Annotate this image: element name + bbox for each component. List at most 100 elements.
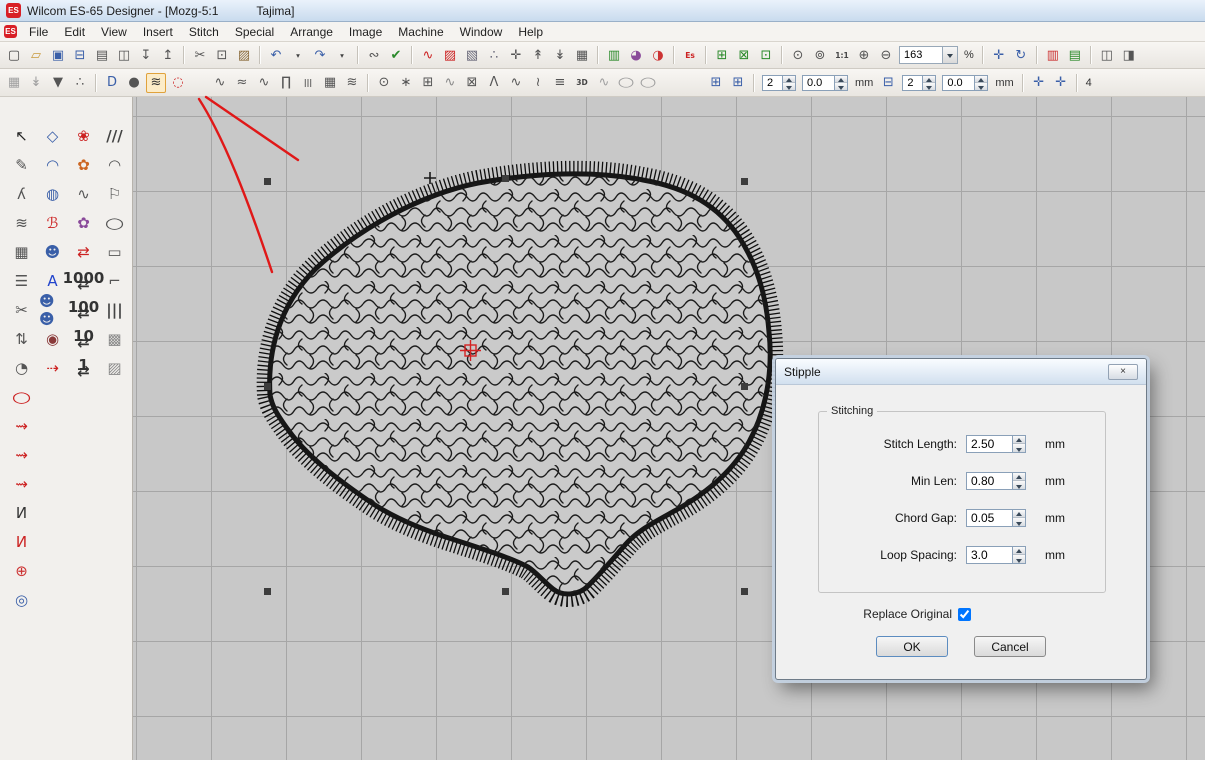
contour-fill-icon[interactable]: ∿ xyxy=(440,73,460,93)
spinner-up-icon[interactable] xyxy=(1013,547,1025,555)
effect-3d-icon[interactable]: 3D xyxy=(572,73,592,93)
florentine-effect-icon[interactable]: ≀ xyxy=(528,73,548,93)
fan-stitch-icon[interactable]: ◔ xyxy=(7,355,36,381)
triangle-dots-icon[interactable]: ∴ xyxy=(70,73,90,93)
window-new-icon[interactable]: ◫ xyxy=(1097,45,1117,65)
dialog-close-button[interactable]: × xyxy=(1108,364,1138,380)
selection-handle[interactable] xyxy=(264,588,271,595)
spinner-dn-icon[interactable] xyxy=(975,82,987,90)
spinner-dn-icon[interactable] xyxy=(923,82,935,90)
export-machine-icon[interactable]: ↥ xyxy=(158,45,178,65)
selection-handle[interactable] xyxy=(502,588,509,595)
pointer-cross-icon[interactable]: ✛ xyxy=(506,45,526,65)
spinner-dn-icon[interactable] xyxy=(1013,480,1025,489)
stitch-list-icon[interactable]: ▦ xyxy=(572,45,592,65)
paste-icon[interactable]: ▨ xyxy=(234,45,254,65)
zoom-box-icon[interactable]: ⊚ xyxy=(810,45,830,65)
zigzag-open-icon[interactable]: ≋ xyxy=(7,210,36,236)
pattern-stamp-icon[interactable]: ▩ xyxy=(100,326,129,352)
show-grid-icon[interactable]: ⊞ xyxy=(712,45,732,65)
cut-icon[interactable]: ✂ xyxy=(190,45,210,65)
menu-image[interactable]: Image xyxy=(341,23,390,41)
hoop-tool-icon[interactable]: ◉ xyxy=(38,326,67,352)
stitch-length-field-input[interactable] xyxy=(966,435,1012,453)
move-design-icon[interactable]: ✛ xyxy=(1029,73,1049,93)
document-icon[interactable]: ES xyxy=(4,25,17,38)
show-hoop-icon[interactable]: ⊡ xyxy=(756,45,776,65)
offset-count-field-input[interactable] xyxy=(762,75,782,91)
target-ring-icon[interactable]: ◎ xyxy=(7,587,36,613)
grid-fill-icon[interactable]: ▦ xyxy=(320,73,340,93)
column-stitch-icon[interactable]: ||| xyxy=(100,297,129,323)
globe-fill-icon[interactable]: ◍ xyxy=(38,181,67,207)
selection-handle[interactable] xyxy=(741,178,748,185)
flower-small-icon[interactable]: ✿ xyxy=(69,152,98,178)
spacing-icon[interactable]: ⊟ xyxy=(878,73,898,93)
chord-gap-field-input[interactable] xyxy=(966,509,1012,527)
redo-icon[interactable]: ↷ xyxy=(310,45,330,65)
design-green-icon[interactable]: ▤ xyxy=(1065,45,1085,65)
check-design-icon[interactable]: ✔ xyxy=(386,45,406,65)
selection-handle[interactable] xyxy=(264,178,271,185)
selection-handle[interactable] xyxy=(264,383,271,390)
selection-handle[interactable] xyxy=(502,175,509,182)
menu-arrange[interactable]: Arrange xyxy=(282,23,341,41)
replace-original-checkbox[interactable] xyxy=(958,608,971,621)
spinner-up-icon[interactable] xyxy=(1013,473,1025,481)
target-plus-icon[interactable]: ⊕ xyxy=(7,558,36,584)
spacing-1-icon[interactable]: 1 ⇄ xyxy=(69,355,98,381)
cross-stitch-icon[interactable]: ⊞ xyxy=(418,73,438,93)
selection-handle[interactable] xyxy=(741,588,748,595)
closed-curve-icon[interactable]: ◠ xyxy=(38,152,67,178)
dialog-titlebar[interactable]: Stipple × xyxy=(776,359,1146,385)
new-design-icon[interactable]: ▢ xyxy=(4,45,24,65)
chord-gap-field[interactable] xyxy=(966,509,1026,527)
branching-icon[interactable]: ʎ xyxy=(7,181,36,207)
spinner-dn-icon[interactable] xyxy=(835,82,847,90)
press-foot-icon[interactable]: ⌐ xyxy=(100,268,129,294)
stitch-length-field[interactable] xyxy=(966,435,1026,453)
menu-stitch[interactable]: Stitch xyxy=(181,23,227,41)
min-len-field-input[interactable] xyxy=(966,472,1012,490)
select-mode-icon[interactable]: ▼ xyxy=(48,73,68,93)
spinner-up-icon[interactable] xyxy=(1013,436,1025,444)
spinner-dn-icon[interactable] xyxy=(1013,554,1025,563)
needle-points-icon[interactable]: ↡ xyxy=(550,45,570,65)
menu-help[interactable]: Help xyxy=(510,23,551,41)
color-film-icon[interactable]: ◕ xyxy=(626,45,646,65)
grid-layout1-icon[interactable]: ⊞ xyxy=(706,73,726,93)
zigzag-column-icon[interactable]: ∿ xyxy=(69,181,98,207)
ok-button[interactable]: OK xyxy=(876,636,948,657)
snap-grid-icon[interactable]: ⊠ xyxy=(734,45,754,65)
reshape-object-icon[interactable]: ◇ xyxy=(38,123,67,149)
penetrations-icon[interactable]: ↟ xyxy=(528,45,548,65)
menu-view[interactable]: View xyxy=(93,23,135,41)
move-hoop-icon[interactable]: ✛ xyxy=(1051,73,1071,93)
pattern-fill-icon[interactable]: ▨ xyxy=(100,355,129,381)
letter-d-icon[interactable]: D xyxy=(102,73,122,93)
offset-length-field-input[interactable] xyxy=(802,75,834,91)
spinner-dn-icon[interactable] xyxy=(1013,517,1025,526)
spinner-dn-icon[interactable] xyxy=(1013,443,1025,452)
applique-icon[interactable]: ⊠ xyxy=(462,73,482,93)
save-all-icon[interactable]: ⊟ xyxy=(70,45,90,65)
flag-tool-icon[interactable]: ⚐ xyxy=(100,181,129,207)
insert-design-icon[interactable]: ↧ xyxy=(136,45,156,65)
arc-digitize-icon[interactable]: ◠ xyxy=(100,152,129,178)
trapunto-icon[interactable]: ∿ xyxy=(506,73,526,93)
elastic-lettering-icon[interactable]: ⇅ xyxy=(7,326,36,352)
stitch-spacing-icon[interactable]: ⇄ xyxy=(69,239,98,265)
overview-window-icon[interactable]: ▥ xyxy=(604,45,624,65)
stipple-boundary-icon[interactable]: ◌ xyxy=(168,73,188,93)
motif-run-icon[interactable]: ∴ xyxy=(484,45,504,65)
ellipse-tool-icon[interactable]: ○ xyxy=(93,210,137,236)
monogram-icon[interactable]: ℬ xyxy=(38,210,67,236)
undo-dropdown-icon[interactable]: ▾ xyxy=(288,45,308,65)
center-walk-icon[interactable]: ||| xyxy=(298,73,318,93)
repeat-length-field-input[interactable] xyxy=(942,75,974,91)
flower-digitize-icon[interactable]: ❀ xyxy=(69,123,98,149)
stipple-run-icon[interactable]: ≋ xyxy=(146,73,166,93)
double-zigzag-icon[interactable]: ≈ xyxy=(232,73,252,93)
zoom-in-icon[interactable]: ⊕ xyxy=(854,45,874,65)
menu-window[interactable]: Window xyxy=(452,23,511,41)
